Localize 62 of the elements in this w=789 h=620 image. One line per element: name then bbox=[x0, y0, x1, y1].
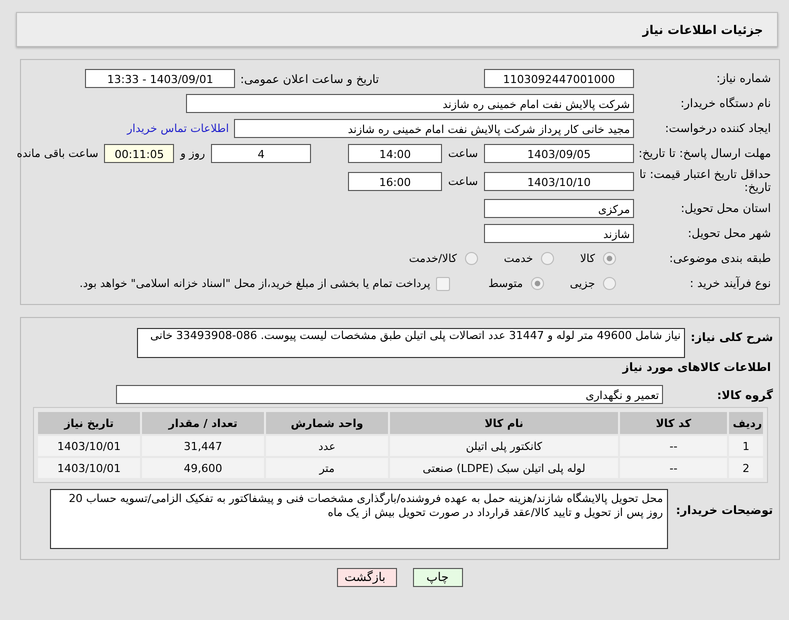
field-label: استان محل تحویل: bbox=[680, 202, 772, 215]
column-header: نام کالا bbox=[390, 412, 618, 434]
page-title: جزئیات اطلاعات نیاز bbox=[642, 22, 763, 36]
city-field: شازند bbox=[484, 224, 634, 243]
radio-label: خدمت bbox=[504, 252, 534, 265]
radio-label: کالا bbox=[580, 252, 595, 265]
buyer-contact-link[interactable]: اطلاعات تماس خریدار bbox=[127, 122, 229, 135]
field-label: ایجاد کننده درخواست: bbox=[664, 122, 772, 135]
column-header: تعداد / مقدار bbox=[142, 412, 264, 434]
column-header: تاریخ نیاز bbox=[38, 412, 140, 434]
remaining-label: ساعت باقی مانده bbox=[16, 147, 98, 160]
time-field: 16:00 bbox=[348, 172, 442, 190]
creator-field: مجید خانی کار پرداز شرکت پالایش نفت امام خمینی ره شازند bbox=[234, 119, 634, 138]
table-cell: 31,447 bbox=[142, 436, 264, 456]
table-cell: 1403/10/01 bbox=[38, 458, 140, 478]
field-label: گروه کالا: bbox=[716, 388, 774, 402]
table-cell: 2 bbox=[729, 458, 763, 478]
time-field: 14:00 bbox=[348, 144, 442, 163]
announce-date-field: 1403/09/01 - 13:33 bbox=[85, 69, 236, 88]
table-cell: عدد bbox=[266, 436, 388, 456]
field-label: مهلت ارسال پاسخ: تا تاریخ: bbox=[637, 147, 772, 160]
print-button[interactable]: چاپ bbox=[412, 568, 462, 587]
table-cell: 49,600 bbox=[142, 458, 264, 478]
remaining-time-field: 00:11:05 bbox=[104, 144, 174, 163]
date-field: 1403/10/10 bbox=[484, 172, 634, 190]
field-label: نام دستگاه خریدار: bbox=[679, 97, 772, 110]
column-header: واحد شمارش bbox=[266, 412, 388, 434]
buyer-field: شرکت پالایش نفت امام خمینی ره شازند bbox=[186, 94, 634, 113]
buyer-notes-field: محل تحویل پالایشگاه شازند/هزینه حمل به عهده فروشنده/بارگذاری مشخصات فنی و پیشفاکتور به تفکیک الزامی/تسویه حساب 20 روز پس از تحویل و تایید کالا/عقد قرارداد در صورت تحویل بیش از یک ماه bbox=[50, 489, 668, 549]
field-label: توضیحات خریدار: bbox=[674, 502, 774, 517]
field-label: شهر محل تحویل: bbox=[686, 227, 772, 240]
radio-label: متوسط bbox=[488, 277, 523, 290]
need-number-field: 1103092447001000 bbox=[484, 69, 634, 88]
need-description-field: نیاز شامل 49600 متر لوله و 31447 عدد اتصالات پلی اتیلن طبق مشخصات لیست پیوست. 086-33493908 خانی bbox=[136, 328, 685, 358]
time-label: ساعت bbox=[448, 147, 478, 160]
back-button[interactable]: بازگشت bbox=[336, 568, 396, 587]
checkbox[interactable] bbox=[436, 276, 450, 290]
checkbox-label: پرداخت تمام یا بخشی از مبلغ خرید،از محل "اسناد خزانه اسلامی" خواهد بود. bbox=[80, 277, 430, 290]
field-label: حداقل تاریخ اعتبار قیمت: تا تاریخ: bbox=[638, 168, 772, 194]
radio-label: جزیی bbox=[570, 277, 595, 290]
field-label: نوع فرآیند خرید : bbox=[688, 277, 772, 290]
province-field: مرکزی bbox=[484, 199, 634, 218]
days-field: 4 bbox=[211, 144, 312, 163]
field-label: تاریخ و ساعت اعلان عمومی: bbox=[240, 72, 379, 86]
table-cell: کانکتور پلی اتیلن bbox=[390, 436, 618, 456]
goods-group-field: تعمیر و نگهداری bbox=[116, 385, 663, 404]
table-cell: -- bbox=[620, 436, 727, 456]
column-header: کد کالا bbox=[620, 412, 727, 434]
table-cell: متر bbox=[266, 458, 388, 478]
field-label: طبقه بندی موضوعی: bbox=[668, 252, 772, 265]
table-cell: لوله پلی اتیلن سبک (LDPE) صنعتی bbox=[390, 458, 618, 478]
table-cell: 1 bbox=[729, 436, 763, 456]
section-heading: اطلاعات کالاهای مورد نیاز bbox=[621, 360, 772, 374]
field-label: شرح کلی نیاز: bbox=[690, 329, 774, 344]
column-header: ردیف bbox=[729, 412, 763, 434]
table-cell: -- bbox=[620, 458, 727, 478]
days-label: روز و bbox=[180, 147, 206, 160]
time-label: ساعت bbox=[448, 174, 478, 188]
date-field: 1403/09/05 bbox=[484, 144, 634, 163]
field-label: شماره نیاز: bbox=[715, 72, 772, 85]
radio-label: کالا/خدمت bbox=[409, 252, 457, 265]
table-cell: 1403/10/01 bbox=[38, 436, 140, 456]
